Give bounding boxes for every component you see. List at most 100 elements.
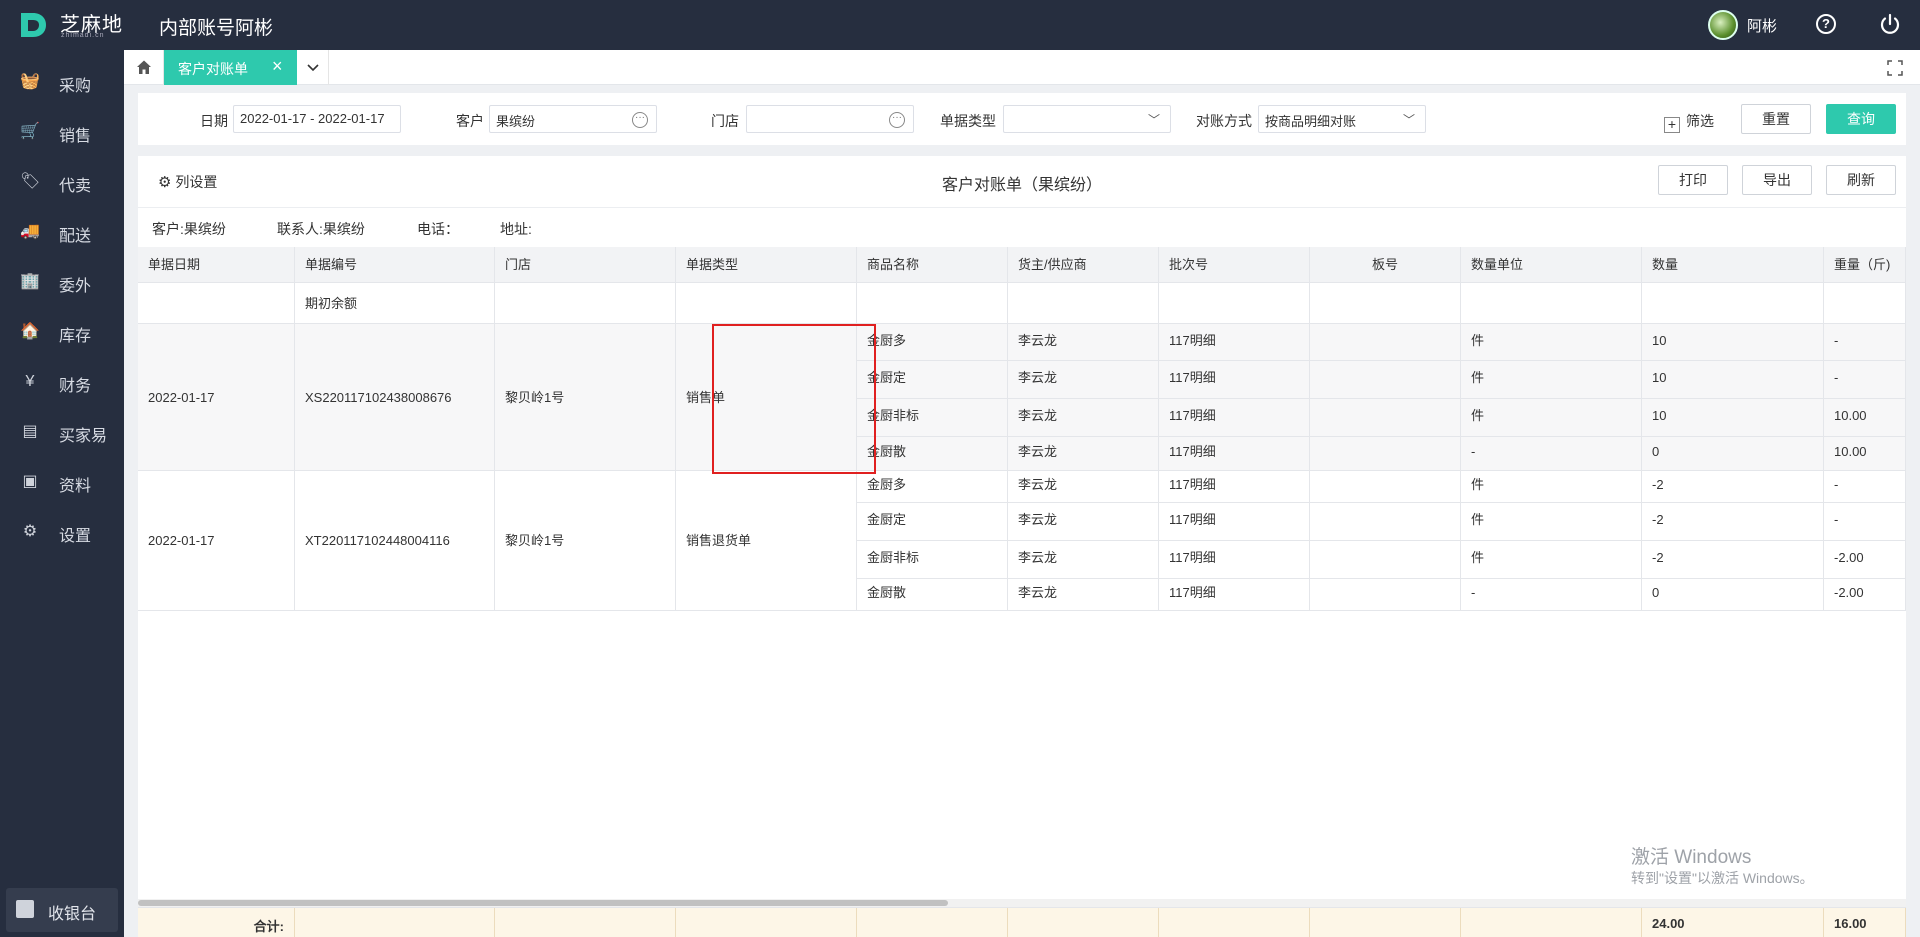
export-button[interactable]: 导出 (1742, 165, 1812, 195)
doctype-select[interactable]: ﹀ (1003, 105, 1171, 133)
help-icon[interactable]: ? (1816, 14, 1836, 34)
cashier-button[interactable]: 收银台 (6, 888, 118, 932)
printer-icon: ▣ (22, 473, 38, 490)
more-icon[interactable]: ··· (889, 112, 905, 128)
sidebar-item-label: 资料 (59, 478, 92, 495)
cell-text: 10 (1652, 408, 1667, 423)
tag-icon: 🏷 (20, 173, 41, 190)
column-header[interactable]: 板号 (1310, 247, 1461, 283)
column-header[interactable]: 货主/供应商 (1008, 247, 1159, 283)
register-icon (16, 900, 34, 918)
cell-text: 板号 (1371, 257, 1398, 272)
windows-watermark-title: 激活 Windows (1631, 847, 1752, 868)
customer-input[interactable]: 果缤纷 ··· (489, 105, 657, 133)
cell-text: 117明细 (1169, 444, 1216, 459)
filter-toggle[interactable]: + 筛选 (1664, 111, 1714, 133)
avatar[interactable] (1708, 10, 1738, 40)
item-product-cell: 金厨定 (857, 503, 1008, 541)
column-header[interactable]: 数量单位 (1461, 247, 1642, 283)
sidebar-item-outsource[interactable]: 🏢 委外 (0, 262, 124, 302)
cell-text: 黎贝岭1号 (505, 533, 565, 548)
sidebar-item-label: 买家易 (59, 428, 108, 445)
sidebar-item-settings[interactable]: ⚙ 设置 (0, 512, 124, 552)
item-qty-cell: -2 (1642, 541, 1824, 579)
item-product-cell: 金厨多 (857, 471, 1008, 503)
cell-text: 117明细 (1169, 585, 1216, 600)
sidebar-item-delivery[interactable]: 🚚 配送 (0, 212, 124, 252)
column-header[interactable]: 单据日期 (138, 247, 295, 283)
finance-icon: ¥ (25, 373, 35, 390)
date-range-input[interactable]: 2022-01-17 - 2022-01-17 (233, 105, 401, 133)
column-header[interactable]: 批次号 (1159, 247, 1310, 283)
more-icon[interactable]: ··· (632, 112, 648, 128)
doctype-label: 单据类型 (940, 113, 996, 129)
plus-icon: + (1664, 117, 1680, 133)
tab-menu-button[interactable] (297, 50, 329, 85)
item-unit-cell: - (1461, 437, 1642, 471)
cell-text: -2.00 (1834, 550, 1864, 565)
sidebar-item-finance[interactable]: ¥ 财务 (0, 362, 124, 402)
sidebar-item-sales[interactable]: 🛒 销售 (0, 112, 124, 152)
query-button[interactable]: 查询 (1826, 104, 1896, 134)
store-input[interactable]: ··· (746, 105, 914, 133)
column-header[interactable]: 商品名称 (857, 247, 1008, 283)
column-header[interactable]: 数量 (1642, 247, 1824, 283)
cell-text: -2.00 (1834, 585, 1864, 600)
power-icon[interactable] (1879, 13, 1901, 35)
print-button[interactable]: 打印 (1658, 165, 1728, 195)
customer-value: 果缤纷 (496, 114, 536, 129)
filter-label: 筛选 (1686, 113, 1714, 129)
column-header[interactable]: 单据类型 (676, 247, 857, 283)
building-icon: 🏢 (20, 273, 40, 290)
cell-text: - (1834, 333, 1839, 348)
contact-info: 联系人:果缤纷 (277, 221, 365, 237)
chevron-down-icon (307, 64, 319, 72)
column-header[interactable]: 门店 (495, 247, 676, 283)
cart-icon: 🛒 (20, 123, 40, 140)
fullscreen-icon[interactable] (1886, 59, 1904, 77)
item-weight-cell: - (1824, 361, 1906, 399)
item-board-cell (1310, 503, 1461, 541)
item-board-cell (1310, 579, 1461, 611)
column-header[interactable]: 单据编号 (295, 247, 495, 283)
item-qty-cell: 0 (1642, 437, 1824, 471)
total-cell (495, 908, 676, 937)
home-button[interactable] (124, 50, 164, 85)
close-icon[interactable]: × (272, 56, 283, 77)
refresh-button[interactable]: 刷新 (1826, 165, 1896, 195)
sidebar-item-purchase[interactable]: 🧺 采购 (0, 62, 124, 102)
column-header[interactable]: 重量（斤) (1824, 247, 1906, 283)
cell-text: - (1834, 370, 1839, 385)
item-unit-cell: 件 (1461, 399, 1642, 437)
horizontal-scrollbar[interactable] (138, 899, 1906, 907)
username[interactable]: 阿彬 (1747, 15, 1777, 36)
item-weight-cell: 10.00 (1824, 399, 1906, 437)
method-select[interactable]: 按商品明细对账 ﹀ (1258, 105, 1426, 133)
item-qty-cell: 10 (1642, 324, 1824, 361)
sidebar-item-data[interactable]: ▣ 资料 (0, 462, 124, 502)
cell-text: 期初余额 (305, 296, 358, 311)
scrollbar-thumb[interactable] (138, 900, 948, 906)
item-board-cell (1310, 324, 1461, 361)
item-batch-cell: 117明细 (1159, 541, 1310, 579)
item-qty-cell: 10 (1642, 399, 1824, 437)
total-cell (1008, 908, 1159, 937)
total-cell: 24.00 (1642, 908, 1824, 937)
document-number-cell: XS220117102438008676 (295, 324, 495, 471)
document-date-cell: 2022-01-17 (138, 324, 295, 471)
cell-text: 件 (1471, 550, 1485, 565)
total-cell (1461, 908, 1642, 937)
item-unit-cell: 件 (1461, 541, 1642, 579)
sidebar-item-label: 委外 (59, 278, 92, 295)
sidebar-item-consignment[interactable]: 🏷 代卖 (0, 162, 124, 202)
reset-button[interactable]: 重置 (1741, 104, 1811, 134)
tab-customer-statement[interactable]: 客户对账单 × (164, 50, 297, 85)
cell-text: 117明细 (1169, 333, 1216, 348)
sidebar-item-inventory[interactable]: 🏠 库存 (0, 312, 124, 352)
cell-text: 117明细 (1169, 512, 1216, 527)
tab-bar: 客户对账单 × (124, 50, 1920, 85)
total-cell: 16.00 (1824, 908, 1906, 937)
cell-text: 数量 (1652, 257, 1679, 272)
sidebar-item-buyer[interactable]: ▤ 买家易 (0, 412, 124, 452)
cell-text: 销售退货单 (686, 533, 752, 548)
